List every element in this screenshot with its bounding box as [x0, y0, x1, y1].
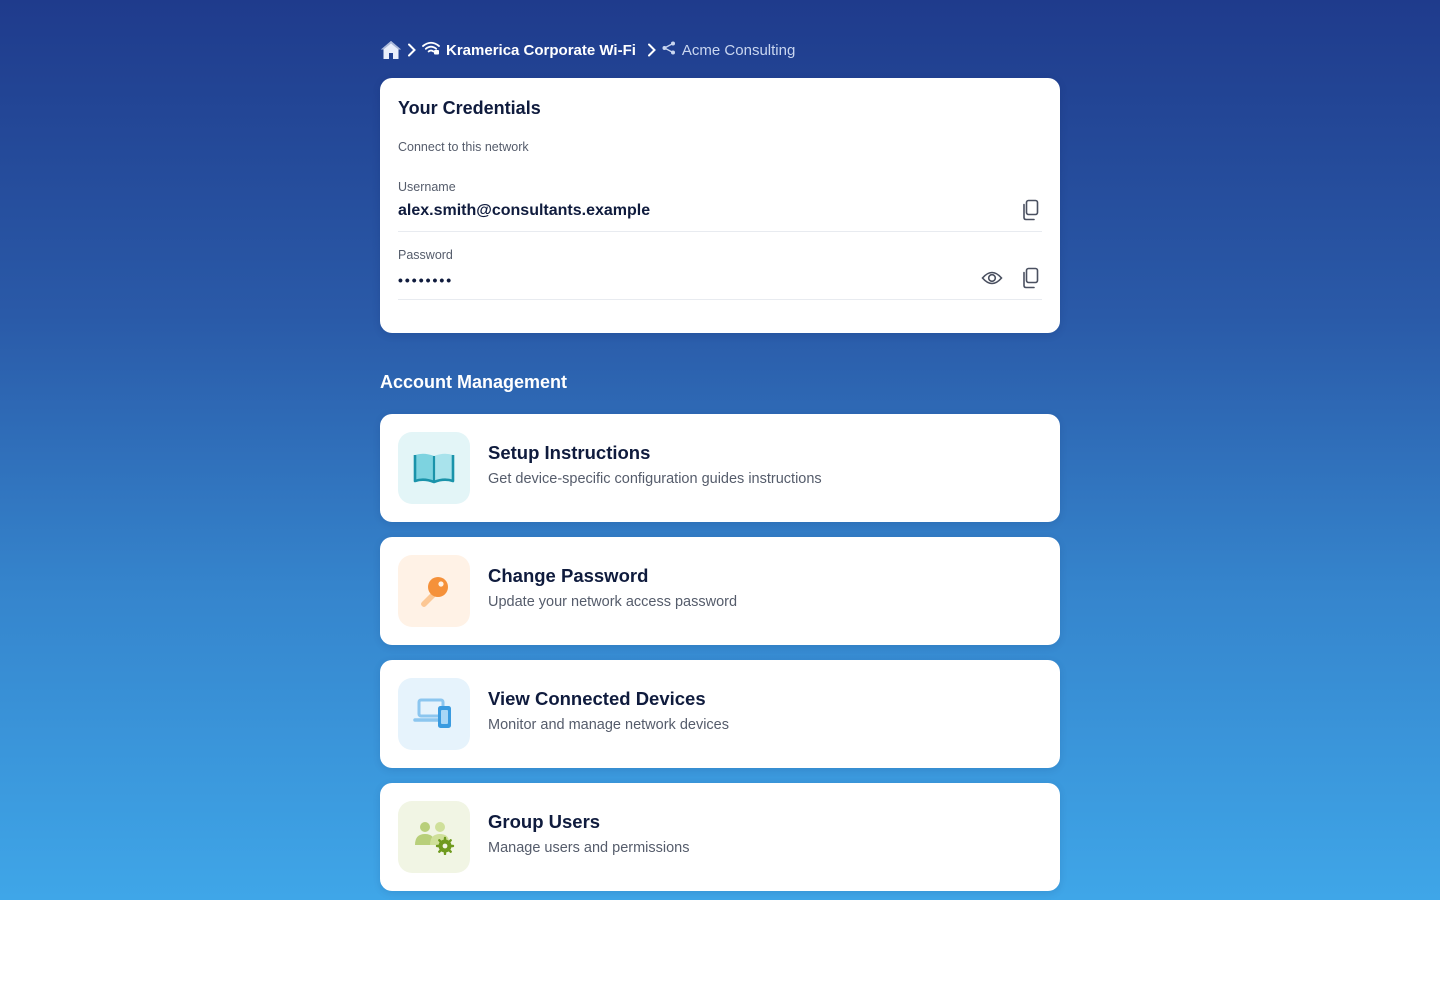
menu-item-title: View Connected Devices [488, 688, 706, 709]
breadcrumb: Kramerica Corporate Wi-Fi Acme Consultin… [380, 38, 795, 62]
chevron-right-icon [402, 43, 422, 57]
menu-item-description: Monitor and manage network devices [488, 717, 729, 733]
eye-icon[interactable] [980, 266, 1004, 290]
username-label: Username [398, 180, 456, 194]
password-value: •••••••• [398, 272, 454, 288]
username-value: alex.smith@consultants.example [398, 202, 651, 219]
key-icon [398, 555, 470, 627]
menu-item-title: Change Password [488, 565, 649, 586]
account-management-title: Account Management [380, 372, 568, 392]
view-connected-devices-card[interactable]: View Connected Devices Monitor and manag… [380, 660, 1060, 768]
username-field: Username alex.smith@consultants.example [398, 180, 1042, 232]
setup-instructions-card[interactable]: Setup Instructions Get device-specific c… [380, 414, 1060, 522]
menu-item-description: Get device-specific configuration guides… [488, 471, 822, 487]
breadcrumb-network[interactable]: Kramerica Corporate Wi-Fi [422, 41, 636, 59]
password-label: Password [398, 248, 453, 262]
copy-icon[interactable] [1018, 198, 1042, 222]
menu-item-description: Manage users and permissions [488, 840, 690, 856]
menu-item-title: Group Users [488, 811, 601, 832]
group-users-card[interactable]: Group Users Manage users and permissions [380, 783, 1060, 891]
book-icon [398, 432, 470, 504]
chevron-right-icon [642, 43, 662, 57]
copy-icon[interactable] [1018, 266, 1042, 290]
menu-item-description: Update your network access password [488, 594, 738, 610]
share-nodes-icon [662, 41, 676, 59]
password-field: Password •••••••• [398, 248, 1042, 300]
breadcrumb-org-label: Acme Consulting [681, 41, 796, 59]
devices-icon [398, 678, 470, 750]
breadcrumb-org: Acme Consulting [662, 41, 795, 59]
breadcrumb-network-label: Kramerica Corporate Wi-Fi [446, 41, 636, 59]
change-password-card[interactable]: Change Password Update your network acce… [380, 537, 1060, 645]
credentials-title: Your Credentials [398, 98, 541, 118]
wifi-icon [422, 41, 440, 59]
users-gear-icon [398, 801, 470, 873]
credentials-subtitle: Connect to this network [398, 140, 529, 154]
credentials-card: Your Credentials Connect to this network… [380, 78, 1060, 333]
home-icon[interactable] [380, 39, 402, 61]
menu-item-title: Setup Instructions [488, 442, 651, 463]
